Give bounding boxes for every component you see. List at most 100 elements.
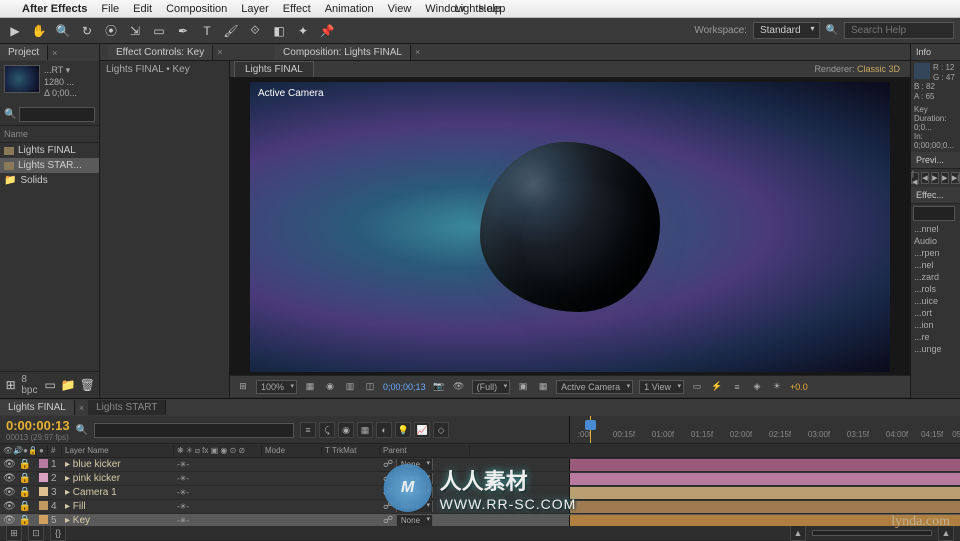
project-item-solids[interactable]: 📁Solids [0,173,99,188]
graph-icon[interactable]: 📈 [414,422,430,438]
comp-mini-icon[interactable]: ≡ [300,422,316,438]
puppet-tool-icon[interactable]: 📌 [318,22,336,40]
timeline-tab-final[interactable]: Lights FINAL [0,400,75,415]
effect-controls-tab[interactable]: Effect Controls: Key [108,45,213,60]
camera-tool-icon[interactable]: ⦿ [102,22,120,40]
mask-icon[interactable]: ◫ [363,380,377,394]
grid-icon[interactable]: ▥ [343,380,357,394]
renderer-label[interactable]: Renderer: Classic 3D [814,64,910,74]
timeline-icon[interactable]: ≡ [730,380,744,394]
layer-duration-bar[interactable] [570,486,960,500]
project-thumbnail[interactable] [4,65,40,93]
close-icon[interactable]: × [411,47,424,57]
brainstorm-icon[interactable]: 💡 [395,422,411,438]
zoom-tool-icon[interactable]: 🔍 [54,22,72,40]
layer-duration-bar[interactable] [570,472,960,486]
next-frame-icon[interactable]: ▶ [941,172,949,184]
shy-icon[interactable]: ⤹ [319,422,335,438]
effects-list[interactable]: ...nnelAudio...rpen ...nel...zard...rols… [911,223,960,355]
layer-name[interactable]: ▸ blue kicker [62,459,174,470]
layer-color-swatch[interactable] [39,459,48,468]
menu-file[interactable]: File [101,3,119,15]
interpret-icon[interactable]: ⊞ [4,376,17,394]
frame-blend-icon[interactable]: ▦ [357,422,373,438]
effects-panel-tab[interactable]: Effec... [911,187,960,204]
transparency-icon[interactable]: ▦ [536,380,550,394]
show-snapshot-icon[interactable]: 👁 [452,380,466,394]
flowchart-icon[interactable]: ◈ [750,380,764,394]
timeline-timecode[interactable]: 0:00:00:13 [6,418,70,433]
layer-duration-bar[interactable] [570,500,960,514]
resolution-dropdown[interactable]: (Full) [472,380,511,394]
first-frame-icon[interactable]: |◀ [911,172,919,184]
type-tool-icon[interactable]: T [198,22,216,40]
snapshot-icon[interactable]: 📷 [432,380,446,394]
project-name-column[interactable]: Name [0,126,99,143]
prev-frame-icon[interactable]: ◀ [921,172,929,184]
bpc-button[interactable]: 8 bpc [21,374,39,396]
toggle-switches-icon[interactable]: ⊞ [6,525,22,541]
close-icon[interactable]: × [213,47,226,57]
visibility-toggle[interactable]: 👁 🔒 [0,501,36,512]
info-panel-tab[interactable]: Info [911,44,960,61]
eraser-tool-icon[interactable]: ◧ [270,22,288,40]
channel-icon[interactable]: ◉ [323,380,337,394]
menu-composition[interactable]: Composition [166,3,227,15]
alpha-icon[interactable]: ⊞ [236,380,250,394]
res-icon[interactable]: ▦ [303,380,317,394]
layer-duration-bar[interactable] [570,458,960,472]
close-icon[interactable]: × [48,48,61,58]
menu-edit[interactable]: Edit [133,3,152,15]
play-icon[interactable]: ▶ [931,172,939,184]
workspace-dropdown[interactable]: Standard [753,22,820,39]
camera-dropdown[interactable]: Active Camera [556,380,633,394]
visibility-toggle[interactable]: 👁 🔒 [0,473,36,484]
layer-color-swatch[interactable] [39,487,48,496]
layer-row[interactable]: 👁 🔒5▸ Key-✳-☍ None [0,514,960,526]
layer-row[interactable]: 👁 🔒3▸ Camera 1-✳-☍ None [0,486,960,500]
zoom-dropdown[interactable]: 100% [256,380,297,394]
auto-keyframe-icon[interactable]: ◇ [433,422,449,438]
project-item-lights-start[interactable]: Lights STAR... [0,158,99,173]
layer-name[interactable]: ▸ pink kicker [62,473,174,484]
layer-row[interactable]: 👁 🔒2▸ pink kicker-✳-☍ None [0,472,960,486]
layer-color-swatch[interactable] [39,501,48,510]
timeline-ruler[interactable]: :00f 00:15f 01:00f 01:15f 02:00f 02:15f … [570,416,960,444]
zoom-slider[interactable] [812,530,932,536]
rotate-tool-icon[interactable]: ↻ [78,22,96,40]
pixel-aspect-icon[interactable]: ▭ [690,380,704,394]
roto-tool-icon[interactable]: ✦ [294,22,312,40]
zoom-out-icon[interactable]: ▲ [790,525,806,541]
menu-effect[interactable]: Effect [283,3,311,15]
new-comp-icon[interactable]: ▭ [43,376,56,394]
menu-layer[interactable]: Layer [241,3,269,15]
pan-behind-tool-icon[interactable]: ⇲ [126,22,144,40]
exposure-value[interactable]: +0.0 [790,382,808,392]
layer-row[interactable]: 👁 🔒1▸ blue kicker-✳-☍ None [0,458,960,472]
composition-viewer[interactable]: Active Camera [230,78,910,375]
layer-row[interactable]: 👁 🔒4▸ Fill-✳-☍ None [0,500,960,514]
comp-subtab[interactable]: Lights FINAL [234,61,314,77]
new-folder-icon[interactable]: 📁 [61,376,76,394]
composition-tab[interactable]: Composition: Lights FINAL [275,45,411,60]
preview-panel-tab[interactable]: Previ... [911,152,960,169]
close-icon[interactable]: × [75,403,88,413]
motion-blur-icon[interactable]: ◐ [376,422,392,438]
last-frame-icon[interactable]: ▶| [951,172,960,184]
hand-tool-icon[interactable]: ✋ [30,22,48,40]
rect-tool-icon[interactable]: ▭ [150,22,168,40]
visibility-toggle[interactable]: 👁 🔒 [0,459,36,470]
roi-icon[interactable]: ▣ [516,380,530,394]
layer-name[interactable]: ▸ Camera 1 [62,487,174,498]
views-dropdown[interactable]: 1 View [639,380,684,394]
layer-name[interactable]: ▸ Key [62,515,174,526]
menu-view[interactable]: View [388,3,412,15]
project-item-lights-final[interactable]: Lights FINAL [0,143,99,158]
timeline-tab-start[interactable]: Lights START [88,400,166,415]
layer-name[interactable]: ▸ Fill [62,501,174,512]
effects-search-input[interactable] [913,206,955,221]
brush-tool-icon[interactable]: 🖌 [222,22,240,40]
layer-color-swatch[interactable] [39,473,48,482]
layer-color-swatch[interactable] [39,515,48,524]
pen-tool-icon[interactable]: ✒ [174,22,192,40]
